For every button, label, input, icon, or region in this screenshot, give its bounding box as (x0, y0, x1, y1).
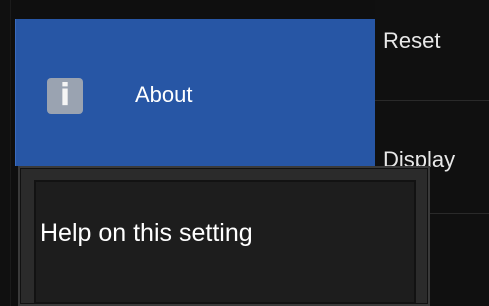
info-icon-glyph: i (59, 78, 71, 113)
left-edge (0, 0, 11, 306)
popup-item-help-label: Help on this setting (40, 219, 253, 247)
menu-item-reset-label: Reset (383, 28, 441, 53)
popup-item-help[interactable]: Help on this setting (34, 180, 416, 304)
menu-item-about-label: About (135, 82, 193, 107)
context-popup: Help on this setting (18, 166, 430, 306)
menu-item-reset[interactable]: Reset (375, 0, 489, 100)
info-icon: i (47, 78, 83, 114)
settings-screen: i About Reset Display n- ts Help on this… (0, 0, 489, 306)
